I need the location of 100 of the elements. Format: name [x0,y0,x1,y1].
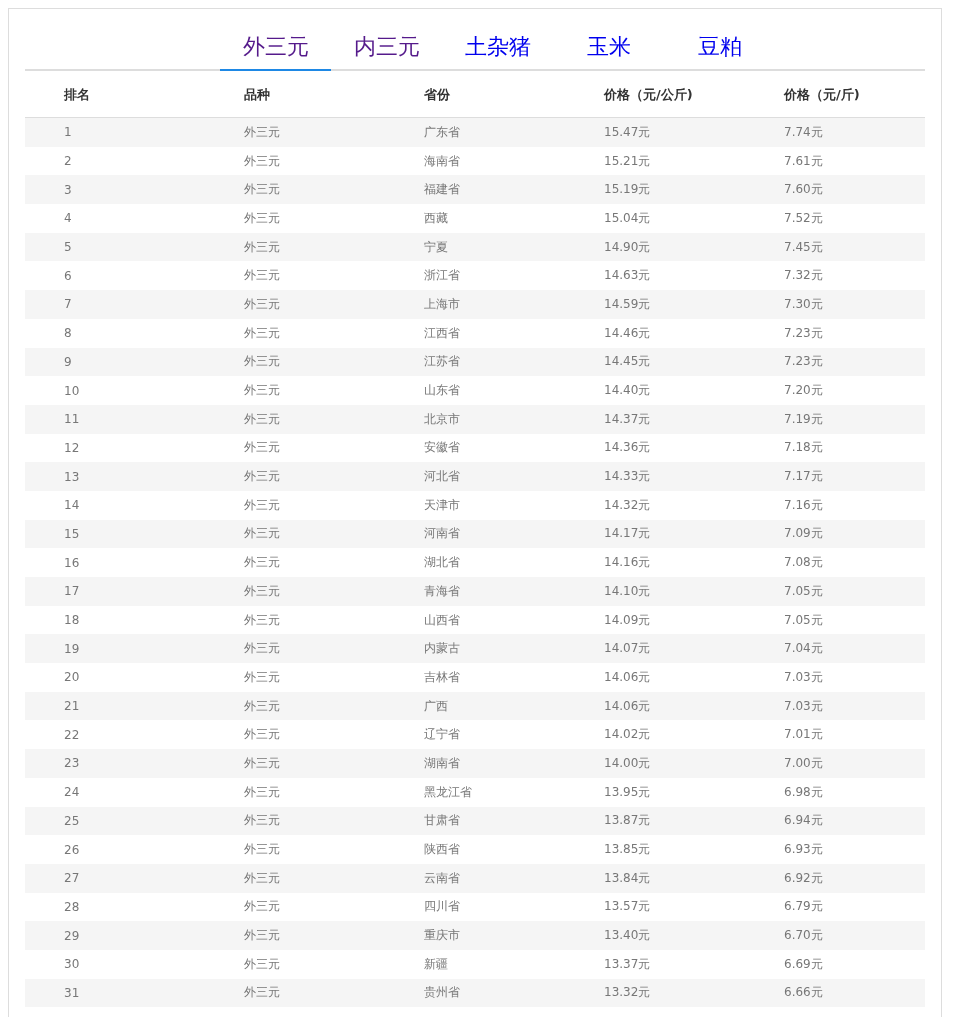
tab[interactable]: 豆粕 [664,25,775,71]
table-cell: 外三元 [205,433,385,463]
table-cell: 7.03元 [745,663,925,692]
table-cell: 11 [25,404,205,434]
table-cell: 外三元 [205,175,385,205]
table-cell: 6.94元 [745,806,925,836]
table-cell: 4 [25,204,205,233]
table-cell: 河南省 [385,519,565,549]
table-cell: 7.01元 [745,720,925,750]
tab[interactable]: 内三元 [331,25,442,71]
table-cell: 1 [25,117,205,147]
table-cell: 7.23元 [745,347,925,377]
table-cell: 18 [25,605,205,635]
table-cell: 2 [25,146,205,176]
table-cell: 7 [25,290,205,319]
table-cell: 14.59元 [565,290,745,319]
table-cell: 13.40元 [565,921,745,950]
table-cell: 外三元 [205,921,385,950]
table-cell: 陕西省 [385,835,565,864]
table-cell: 外三元 [205,519,385,549]
table-cell: 四川省 [385,892,565,922]
table-cell: 7.05元 [745,605,925,635]
table-cell: 外三元 [205,720,385,750]
table-cell: 外三元 [205,978,385,1008]
table-cell: 6.98元 [745,777,925,807]
table-cell: 15.47元 [565,117,745,147]
column-header: 价格（元/斤) [745,72,925,118]
table-cell: 外三元 [205,290,385,319]
table-cell: 7.08元 [745,548,925,577]
table-cell: 7.61元 [745,146,925,176]
table-cell: 外三元 [205,261,385,291]
table-cell: 外三元 [205,691,385,721]
table-cell: 23 [25,749,205,778]
table-cell: 湖北省 [385,548,565,577]
table-cell: 27 [25,863,205,893]
table-cell: 6.70元 [745,921,925,950]
table-cell: 14.63元 [565,261,745,291]
table-cell: 江苏省 [385,347,565,377]
table-cell: 7.00元 [745,749,925,778]
table-cell: 14.07元 [565,634,745,664]
table-cell: 外三元 [205,404,385,434]
table-cell: 外三元 [205,462,385,491]
table-cell: 24 [25,777,205,807]
table-cell: 7.19元 [745,404,925,434]
table-cell: 外三元 [205,146,385,176]
table-cell: 外三元 [205,605,385,635]
table-cell: 贵州省 [385,978,565,1008]
table-cell: 7.74元 [745,117,925,147]
table-cell: 7.52元 [745,204,925,233]
table-cell: 7.30元 [745,290,925,319]
table-cell: 上海市 [385,290,565,319]
table-cell: 31 [25,978,205,1008]
table-cell: 浙江省 [385,261,565,291]
table-cell: 15.19元 [565,175,745,205]
table-cell: 7.60元 [745,175,925,205]
table-cell: 外三元 [205,117,385,147]
table-cell: 13 [25,462,205,491]
table-cell: 外三元 [205,749,385,778]
table-cell: 15 [25,519,205,549]
table-cell: 26 [25,835,205,864]
tab[interactable]: 外三元 [220,25,331,71]
table-cell: 6.93元 [745,835,925,864]
table-cell: 6 [25,261,205,291]
table-cell: 外三元 [205,232,385,262]
table-cell: 广东省 [385,117,565,147]
table-cell: 10 [25,376,205,405]
table-cell: 外三元 [205,777,385,807]
table-cell: 14.90元 [565,232,745,262]
table-cell: 14.33元 [565,462,745,491]
column-header: 价格（元/公斤) [565,72,745,118]
table-cell: 17 [25,577,205,606]
table-cell: 河北省 [385,462,565,491]
column-header: 品种 [205,72,385,118]
table-cell: 7.03元 [745,691,925,721]
table-cell: 海南省 [385,146,565,176]
table-cell: 新疆 [385,949,565,979]
table-cell: 22 [25,720,205,750]
table-cell: 外三元 [205,347,385,377]
column-header: 排名 [25,72,205,118]
table-cell: 6.69元 [745,949,925,979]
table-cell: 甘肃省 [385,806,565,836]
table-cell: 7.23元 [745,318,925,348]
table-cell: 14.10元 [565,577,745,606]
table-cell: 25 [25,806,205,836]
table-cell: 13.87元 [565,806,745,836]
tab[interactable]: 土杂猪 [442,25,553,71]
table-cell: 安徽省 [385,433,565,463]
table-cell: 宁夏 [385,232,565,262]
table-cell: 12 [25,433,205,463]
table-cell: 云南省 [385,863,565,893]
table-cell: 外三元 [205,806,385,836]
tab[interactable]: 玉米 [553,25,664,71]
table-cell: 13.85元 [565,835,745,864]
table-cell: 天津市 [385,490,565,520]
table-cell: 14 [25,490,205,520]
table-cell: 14.37元 [565,404,745,434]
table-cell: 6.79元 [745,892,925,922]
table-cell: 3 [25,175,205,205]
table-cell: 21 [25,691,205,721]
table-cell: 14.06元 [565,663,745,692]
